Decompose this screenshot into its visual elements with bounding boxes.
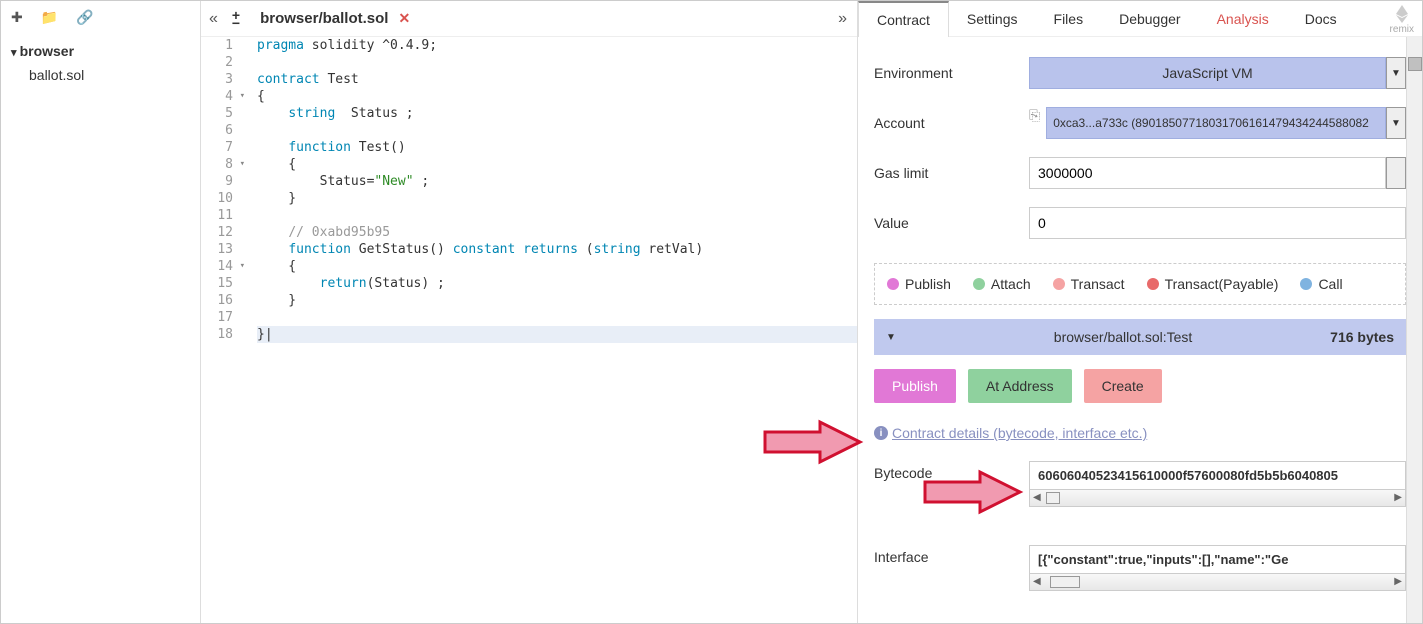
file-tree: browser ballot.sol bbox=[1, 33, 200, 93]
label-bytecode: Bytecode bbox=[874, 461, 1029, 507]
at-address-button[interactable]: At Address bbox=[968, 369, 1072, 403]
panel-tab-contract[interactable]: Contract bbox=[858, 1, 949, 37]
remix-logo: remix bbox=[1390, 5, 1414, 35]
file-ballot-sol[interactable]: ballot.sol bbox=[1, 63, 200, 87]
label-interface: Interface bbox=[874, 545, 1029, 591]
interface-scrollbar[interactable] bbox=[1029, 573, 1406, 591]
label-gas-limit: Gas limit bbox=[874, 165, 1029, 181]
label-value: Value bbox=[874, 215, 1029, 231]
row-value: Value bbox=[874, 207, 1406, 239]
legend-publish: Publish bbox=[887, 276, 951, 292]
font-size-controls: + − bbox=[226, 11, 246, 27]
collapse-sidebar-icon[interactable]: « bbox=[201, 10, 226, 28]
sidebar-toolbar: ✚ 📁 🔗 bbox=[1, 1, 200, 33]
legend-call: Call bbox=[1300, 276, 1342, 292]
label-environment: Environment bbox=[874, 65, 1029, 81]
create-button[interactable]: Create bbox=[1084, 369, 1162, 403]
close-tab-icon[interactable]: ✕ bbox=[398, 10, 410, 27]
contract-details-link[interactable]: Contract details (bytecode, interface et… bbox=[892, 425, 1147, 441]
panel-tab-analysis[interactable]: Analysis bbox=[1199, 1, 1287, 37]
action-legend: Publish Attach Transact Transact(Payable) Ca… bbox=[874, 263, 1406, 305]
label-account: Account bbox=[874, 115, 1029, 131]
panel-scrollbar[interactable] bbox=[1406, 37, 1422, 623]
row-environment: Environment JavaScript VM ▼ bbox=[874, 57, 1406, 89]
expand-contract-icon[interactable]: ▼ bbox=[886, 332, 896, 343]
environment-dropdown-icon[interactable]: ▼ bbox=[1386, 57, 1406, 89]
file-explorer: ✚ 📁 🔗 browser ballot.sol bbox=[1, 1, 201, 623]
font-decrease-icon[interactable]: − bbox=[232, 19, 240, 27]
account-dropdown-icon[interactable]: ▼ bbox=[1386, 107, 1406, 139]
legend-attach: Attach bbox=[973, 276, 1031, 292]
collapse-panel-icon[interactable]: » bbox=[828, 10, 857, 28]
line-gutter: 123456789101112131415161718 bbox=[201, 37, 241, 623]
contract-name: browser/ballot.sol:Test bbox=[916, 329, 1330, 345]
info-icon: i bbox=[874, 426, 888, 440]
legend-transact: Transact bbox=[1053, 276, 1125, 292]
contract-details-row: i Contract details (bytecode, interface … bbox=[874, 417, 1406, 461]
folder-browser[interactable]: browser bbox=[1, 39, 200, 63]
row-gas-limit: Gas limit bbox=[874, 157, 1406, 189]
panel-tab-debugger[interactable]: Debugger bbox=[1101, 1, 1199, 37]
input-gas-limit[interactable] bbox=[1029, 157, 1386, 189]
contract-size: 716 bytes bbox=[1330, 329, 1394, 345]
panel-tab-docs[interactable]: Docs bbox=[1287, 1, 1355, 37]
editor-tabbar: « + − browser/ballot.sol ✕ » bbox=[201, 1, 857, 37]
row-bytecode: Bytecode 60606040523415610000f57600080fd… bbox=[874, 461, 1406, 507]
panel-tab-settings[interactable]: Settings bbox=[949, 1, 1036, 37]
new-file-icon[interactable]: ✚ bbox=[11, 9, 23, 26]
select-account[interactable]: 0xca3...a733c (8901850771803170616147943… bbox=[1046, 107, 1386, 139]
tab-title: browser/ballot.sol bbox=[260, 10, 388, 27]
legend-transactpayable: Transact(Payable) bbox=[1147, 276, 1279, 292]
open-folder-icon[interactable]: 📁 bbox=[41, 9, 58, 26]
interface-value[interactable]: [{"constant":true,"inputs":[],"name":"Ge bbox=[1029, 545, 1406, 574]
panel-body: Environment JavaScript VM ▼ Account ⎘ 0x… bbox=[858, 37, 1422, 623]
contract-header[interactable]: ▼ browser/ballot.sol:Test 716 bytes bbox=[874, 319, 1406, 355]
copy-account-icon[interactable]: ⎘ bbox=[1029, 107, 1040, 139]
panel-tabs: ContractSettingsFilesDebuggerAnalysisDoc… bbox=[858, 1, 1422, 37]
code-editor: « + − browser/ballot.sol ✕ » 12345678910… bbox=[201, 1, 857, 623]
bytecode-scrollbar[interactable] bbox=[1029, 489, 1406, 507]
publish-button[interactable]: Publish bbox=[874, 369, 956, 403]
editor-tab-active[interactable]: browser/ballot.sol ✕ bbox=[246, 4, 424, 33]
panel-tab-files[interactable]: Files bbox=[1036, 1, 1102, 37]
link-icon[interactable]: 🔗 bbox=[76, 9, 93, 26]
code-area[interactable]: 123456789101112131415161718 pragma solid… bbox=[201, 37, 857, 623]
contract-actions: Publish At Address Create bbox=[874, 355, 1406, 417]
code-body[interactable]: pragma solidity ^0.4.9;contract Test{ st… bbox=[241, 37, 857, 623]
select-environment[interactable]: JavaScript VM bbox=[1029, 57, 1386, 89]
row-interface: Interface [{"constant":true,"inputs":[],… bbox=[874, 545, 1406, 591]
gas-spinner[interactable] bbox=[1386, 157, 1406, 189]
bytecode-value[interactable]: 60606040523415610000f57600080fd5b5b60408… bbox=[1029, 461, 1406, 490]
row-account: Account ⎘ 0xca3...a733c (890185077180317… bbox=[874, 107, 1406, 139]
input-value[interactable] bbox=[1029, 207, 1406, 239]
right-panel: remix ContractSettingsFilesDebuggerAnaly… bbox=[857, 1, 1422, 623]
